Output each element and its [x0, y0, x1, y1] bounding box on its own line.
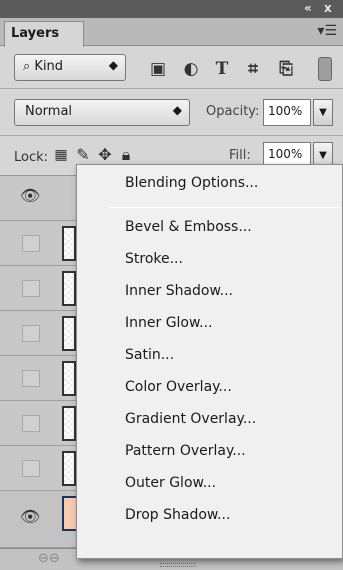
lock-all-icon[interactable]: 🔒︎: [117, 146, 135, 164]
lock-transparent-icon[interactable]: ▦: [52, 146, 70, 164]
panel-tab-bar: Layers ▾☰: [0, 18, 343, 47]
menu-item-inner-glow[interactable]: Inner Glow...: [125, 315, 213, 331]
layer-thumbnail: [62, 226, 76, 261]
eye-icon[interactable]: 👁︎: [20, 186, 40, 205]
lock-position-icon[interactable]: ✥: [96, 146, 114, 164]
menu-item-stroke[interactable]: Stroke...: [125, 251, 183, 267]
visibility-toggle[interactable]: [22, 325, 40, 342]
shape-filter-icon[interactable]: ⌗: [243, 60, 263, 78]
opacity-dropdown-button[interactable]: ▼: [313, 99, 333, 126]
layer-thumbnail: [62, 316, 76, 351]
menu-item-pattern-overlay[interactable]: Pattern Overlay...: [125, 443, 246, 459]
panel-titlebar: « x: [0, 0, 343, 18]
panel-menu-icon[interactable]: ▾☰: [317, 23, 337, 39]
blend-row: Normal ◆ Opacity: 100% ▼: [0, 88, 343, 132]
menu-item-outer-glow[interactable]: Outer Glow...: [125, 475, 216, 491]
layer-thumbnail: [62, 361, 76, 396]
layer-thumbnail: [62, 406, 76, 441]
visibility-toggle[interactable]: [22, 370, 40, 387]
layer-thumbnail: [62, 451, 76, 486]
menu-item-bevel-emboss[interactable]: Bevel & Emboss...: [125, 219, 252, 235]
tab-layers[interactable]: Layers: [4, 21, 84, 47]
collapse-icon[interactable]: «: [304, 1, 312, 15]
blend-mode-value: Normal: [25, 104, 73, 119]
menu-item-blending-options[interactable]: Blending Options...: [125, 175, 258, 191]
eye-icon[interactable]: 👁︎: [20, 507, 40, 526]
blend-mode-select[interactable]: Normal ◆: [14, 99, 190, 126]
opacity-label: Opacity:: [206, 104, 260, 119]
visibility-toggle[interactable]: [22, 460, 40, 477]
visibility-toggle[interactable]: [22, 235, 40, 252]
smart-object-filter-icon[interactable]: ⎘: [276, 60, 296, 78]
link-layers-icon[interactable]: ⊖⊖: [38, 551, 60, 566]
menu-item-gradient-overlay[interactable]: Gradient Overlay...: [125, 411, 256, 427]
select-arrows-icon: ◆: [108, 58, 118, 72]
layer-style-context-menu: Blending Options... Bevel & Emboss... St…: [76, 164, 343, 559]
menu-item-color-overlay[interactable]: Color Overlay...: [125, 379, 232, 395]
filter-toggle[interactable]: [318, 57, 332, 81]
visibility-toggle[interactable]: [22, 280, 40, 297]
adjustment-filter-icon[interactable]: ◐: [181, 60, 201, 78]
close-icon[interactable]: x: [324, 1, 332, 15]
select-arrows-icon: ◆: [172, 103, 182, 117]
resize-grip[interactable]: [160, 563, 196, 567]
image-filter-icon[interactable]: ▣: [148, 60, 168, 78]
lock-image-icon[interactable]: ✎: [74, 146, 92, 164]
kind-filter-select[interactable]: ⌕ Kind ◆: [14, 54, 126, 81]
menu-item-inner-shadow[interactable]: Inner Shadow...: [125, 283, 233, 299]
search-icon: ⌕: [23, 59, 35, 74]
menu-item-satin[interactable]: Satin...: [125, 347, 174, 363]
kind-filter-label: Kind: [34, 59, 64, 74]
type-filter-icon[interactable]: T: [212, 60, 232, 78]
menu-separator: [109, 207, 339, 208]
filter-row: ⌕ Kind ◆ ▣ ◐ T ⌗ ⎘: [0, 47, 343, 85]
layer-thumbnail: [62, 271, 76, 306]
opacity-input[interactable]: 100%: [263, 99, 311, 126]
lock-label: Lock:: [14, 150, 49, 165]
fill-label: Fill:: [229, 148, 251, 163]
visibility-toggle[interactable]: [22, 415, 40, 432]
menu-item-drop-shadow[interactable]: Drop Shadow...: [125, 507, 230, 523]
